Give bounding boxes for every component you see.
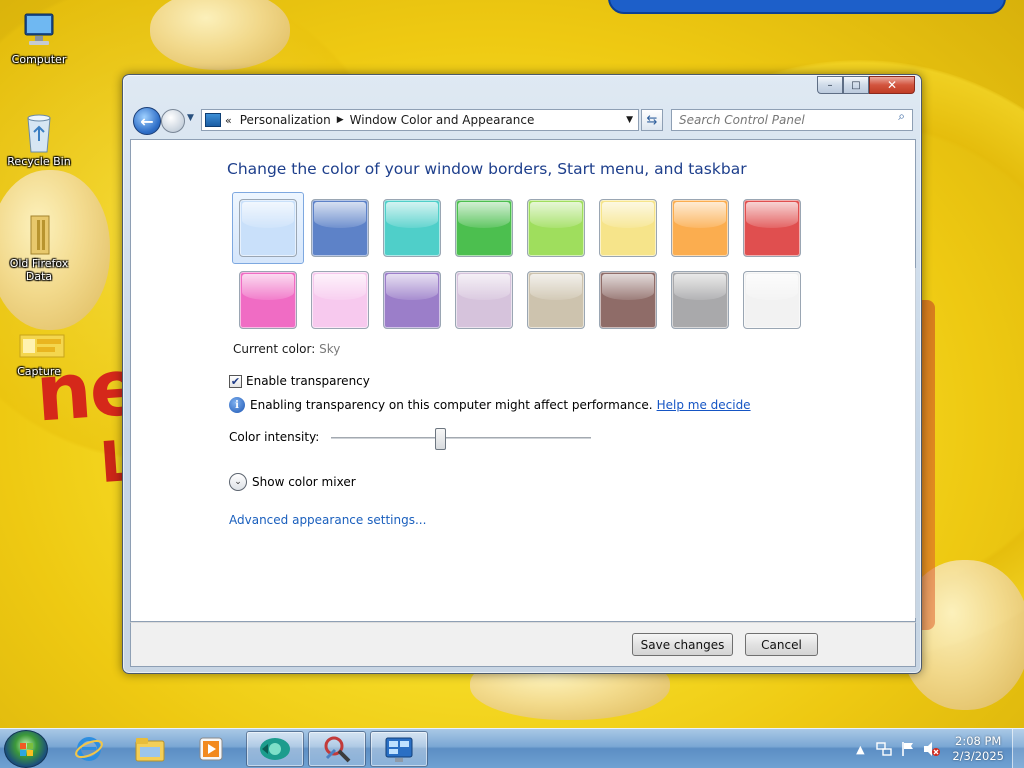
desktop-icon-computer[interactable]: Computer [2,10,76,66]
advanced-appearance-link[interactable]: Advanced appearance settings... [229,513,426,527]
color-intensity-label: Color intensity: [229,430,320,444]
current-color-value: Sky [319,342,341,356]
taskbar: ▲ 2:08 PM 2/3/2025 [0,728,1024,768]
color-swatch-lemon[interactable] [599,199,657,257]
color-intensity-slider-thumb[interactable] [435,428,447,450]
recycle-bin-icon [19,112,59,153]
volume-muted-icon[interactable] [923,741,941,757]
maximize-button[interactable]: □ [843,76,869,94]
color-swatch-violet[interactable] [383,271,441,329]
desktop-icon-capture[interactable]: Capture [2,332,76,378]
page-title: Change the color of your window borders,… [227,160,747,178]
clock-date: 2/3/2025 [952,749,1004,763]
desktop-icon-label: Computer [11,53,67,66]
color-swatch-chocolate[interactable] [599,271,657,329]
color-swatch-sea[interactable] [383,199,441,257]
chevron-down-icon: ▼ [187,113,194,123]
start-button[interactable] [4,730,48,768]
dialog-footer: Save changes Cancel [130,622,916,667]
breadcrumb-separator-icon[interactable]: ▶ [337,115,344,125]
control-panel-icon [385,737,413,762]
close-button[interactable]: ✕ [869,76,915,94]
color-swatch-blush[interactable] [311,271,369,329]
folder-icon [19,214,59,255]
refresh-icon: ⇆ [646,112,658,128]
desktop-icon-label: Capture [17,365,61,378]
chevron-up-icon: ▲ [856,742,865,756]
image-file-icon [19,332,65,362]
navigation-bar: ← ▼ « Personalization ▶ Window Color and… [131,105,913,135]
color-swatch-fuchsia[interactable] [239,271,297,329]
network-icon[interactable] [875,741,893,757]
wallpaper-blue-bar [608,0,1006,14]
desktop-icon-label: Recycle Bin [7,155,71,168]
taskbar-internet-explorer[interactable] [60,731,118,767]
search-input[interactable]: Search Control Panel [671,109,913,131]
computer-icon [19,10,59,50]
windows-logo-icon [20,743,34,757]
content-pane: Change the color of your window borders,… [130,139,916,622]
caption-buttons: – □ ✕ [817,76,915,94]
show-hidden-icons-button[interactable]: ▲ [851,741,869,757]
arrow-left-icon: ← [140,111,154,131]
color-swatch-taupe[interactable] [527,271,585,329]
show-color-mixer-toggle[interactable]: ⌄ Show color mixer [229,473,356,491]
taskbar-media-player[interactable] [182,731,240,767]
enable-transparency-checkbox[interactable]: ✔ [229,374,242,388]
color-swatch-lime[interactable] [527,199,585,257]
chevron-down-icon[interactable]: ⌄ [229,473,247,491]
refresh-button[interactable]: ⇆ [641,109,663,131]
color-swatch-sky[interactable] [239,199,297,257]
current-color-label: Current color: [233,342,316,356]
breadcrumb-overflow-icon[interactable]: « [225,114,232,127]
recent-pages-dropdown[interactable]: ▼ [187,113,194,123]
color-swatch-twilight[interactable] [311,199,369,257]
forward-button[interactable] [161,109,185,133]
color-swatch-slate[interactable] [671,271,729,329]
desktop-icon-recycle-bin[interactable]: Recycle Bin [2,112,76,168]
address-bar[interactable]: « Personalization ▶ Window Color and App… [201,109,639,131]
action-center-flag-icon[interactable] [899,741,917,757]
show-color-mixer-label[interactable]: Show color mixer [252,475,356,489]
breadcrumb-current[interactable]: Window Color and Appearance [350,113,535,127]
color-swatch-ruby[interactable] [743,199,801,257]
color-swatch-lavender[interactable] [455,271,513,329]
search-icon[interactable]: ⌕ [898,109,905,124]
save-changes-button[interactable]: Save changes [632,633,733,656]
file-explorer-icon [135,738,165,762]
color-intensity-slider[interactable] [331,437,591,440]
current-color: Current color: Sky [233,342,340,356]
show-desktop-button[interactable] [1012,729,1024,768]
clock[interactable]: 2:08 PM 2/3/2025 [952,734,1004,764]
color-swatch-leaf[interactable] [455,199,513,257]
taskbar-control-panel[interactable] [370,731,428,767]
info-icon: i [229,397,245,413]
minimize-button[interactable]: – [817,76,843,94]
internet-explorer-icon [75,737,103,761]
performance-note-text: Enabling transparency on this computer m… [250,398,653,412]
taskbar-paint-tool[interactable] [308,731,366,767]
color-swatch-frost[interactable] [743,271,801,329]
cancel-button[interactable]: Cancel [745,633,818,656]
transparency-row: ✔ Enable transparency [229,374,370,388]
back-button[interactable]: ← [133,107,161,135]
chevron-down-icon[interactable]: ▼ [626,115,633,125]
paint-tool-icon [324,736,351,763]
help-me-decide-link[interactable]: Help me decide [657,398,751,412]
desktop-icon-old-firefox-data[interactable]: Old Firefox Data [2,214,76,283]
window-color-and-appearance: – □ ✕ ← ▼ « Personalization ▶ Window Col… [122,74,922,674]
control-panel-icon [205,113,221,127]
desktop-icon-label: Old Firefox Data [9,257,69,283]
color-swatch-pumpkin[interactable] [671,199,729,257]
system-tray: ▲ 2:08 PM 2/3/2025 [848,729,1024,768]
performance-note: i Enabling transparency on this computer… [229,397,751,413]
taskbar-remote-app[interactable] [246,731,304,767]
remote-app-icon [260,738,290,760]
clock-time: 2:08 PM [955,734,1002,748]
breadcrumb-personalization[interactable]: Personalization [240,113,331,127]
taskbar-file-explorer[interactable] [121,731,179,767]
enable-transparency-label[interactable]: Enable transparency [246,374,370,388]
media-player-icon [199,737,223,761]
